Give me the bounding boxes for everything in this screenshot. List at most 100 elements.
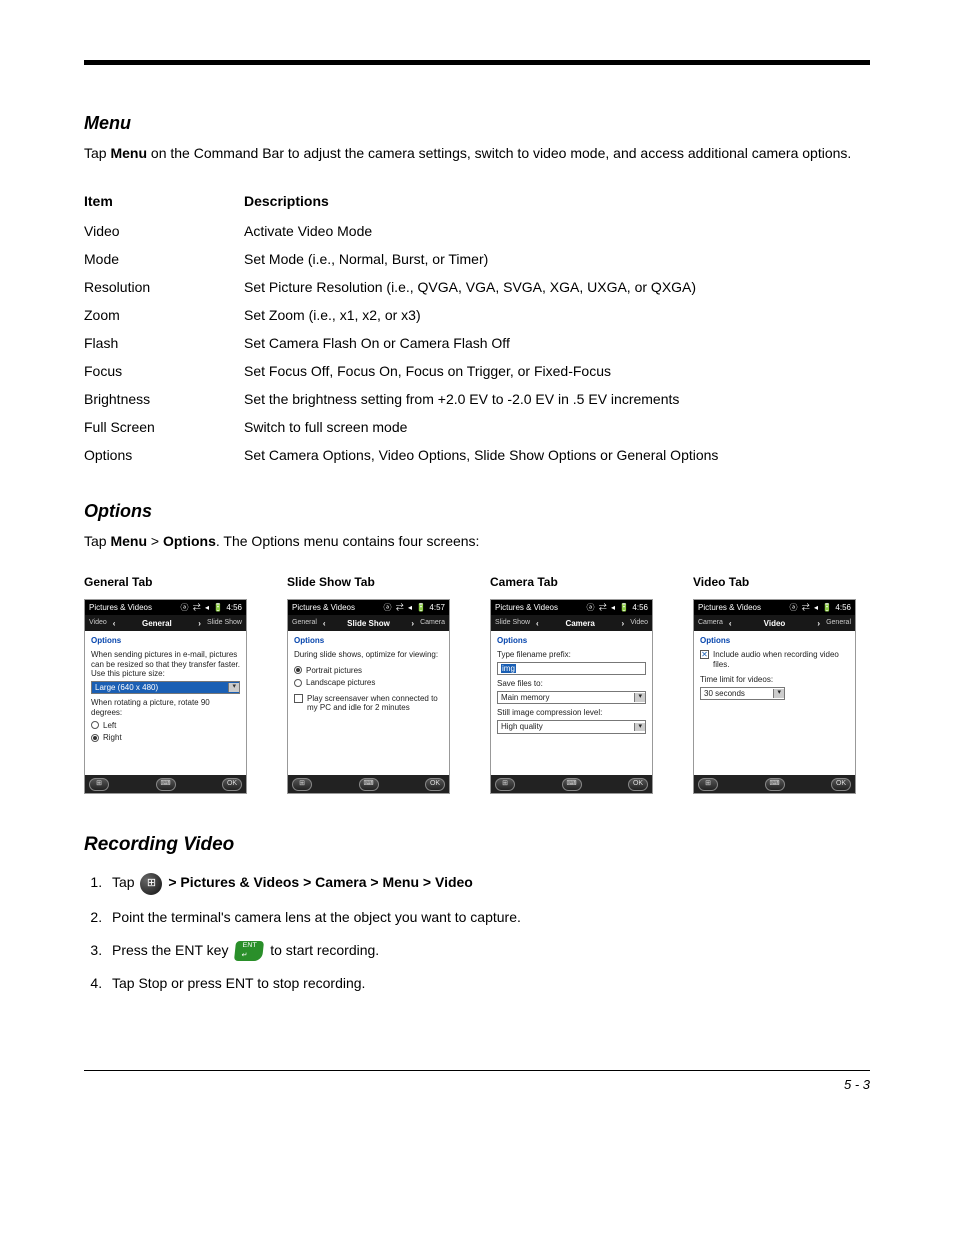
ok-button[interactable]: OK [222,778,242,791]
chevron-left-icon[interactable]: ‹ [723,619,738,629]
options-link[interactable]: Options [700,636,849,646]
cell: Focus [84,357,244,385]
picture-size-dropdown[interactable]: Large (640 x 480) ▾ [91,681,240,695]
text: on the Command Bar to adjust the camera … [147,145,851,161]
chevron-down-icon[interactable]: ▾ [773,689,784,697]
chevron-left-icon[interactable]: ‹ [317,619,332,629]
video-screenshot: Pictures & Videos ⓐ ⇄ ◂ 🔋 4:56 Camera ‹ … [693,599,856,795]
start-icon[interactable]: ⊞ [495,778,515,791]
start-icon[interactable]: ⊞ [698,778,718,791]
page-number: 5 - 3 [84,1070,870,1092]
cell: Resolution [84,273,244,301]
radio-landscape[interactable]: Landscape pictures [294,678,443,688]
slideshow-tab-column: Slide Show Tab Pictures & Videos ⓐ ⇄ ◂ 🔋… [287,575,450,795]
cell: Set Mode (i.e., Normal, Burst, or Timer) [244,245,870,273]
cell: Mode [84,245,244,273]
chevron-down-icon[interactable]: ▾ [634,693,645,701]
table-row: VideoActivate Video Mode [84,217,870,245]
cell: Set Camera Flash On or Camera Flash Off [244,329,870,357]
device-time: 4:56 [226,603,242,612]
table-row: OptionsSet Camera Options, Video Options… [84,441,870,469]
radio-label: Portrait pictures [306,666,362,676]
nav-center: Slide Show [332,619,406,629]
text: to start recording. [266,942,379,958]
chevron-down-icon[interactable]: ▾ [228,683,239,691]
chevron-right-icon[interactable]: › [616,619,631,629]
radio-label: Right [103,733,122,743]
screensaver-checkbox[interactable]: Play screensaver when connected to my PC… [294,694,443,713]
nav-center: Camera [545,619,616,629]
options-link[interactable]: Options [497,636,646,646]
field-value: img [501,664,516,673]
text: Menu [110,145,147,161]
col-item-header: Item [84,187,244,217]
radio-portrait[interactable]: Portrait pictures [294,666,443,676]
text: Options [163,533,216,549]
nav-right[interactable]: General [826,619,851,627]
options-link[interactable]: Options [294,636,443,646]
radio-left[interactable]: Left [91,721,240,731]
ok-button[interactable]: OK [425,778,445,791]
recording-steps: Tap ⊞ > Pictures & Videos > Camera > Men… [84,866,870,1000]
menu-intro: Tap Menu on the Command Bar to adjust th… [84,144,870,163]
time-limit-dropdown[interactable]: 30 seconds ▾ [700,687,785,701]
keyboard-icon[interactable]: ⌨ [156,778,176,791]
col-desc-header: Descriptions [244,187,870,217]
cell: Zoom [84,301,244,329]
nav-right[interactable]: Camera [420,619,445,627]
cell: Set Focus Off, Focus On, Focus on Trigge… [244,357,870,385]
chevron-left-icon[interactable]: ‹ [107,619,122,629]
step-2: Point the terminal's camera lens at the … [106,901,870,934]
nav-right[interactable]: Slide Show [207,619,242,627]
cell: Switch to full screen mode [244,413,870,441]
device-time: 4:56 [835,603,851,612]
nav-right[interactable]: Video [630,619,648,627]
chevron-right-icon[interactable]: › [192,619,207,629]
chevron-right-icon[interactable]: › [405,619,420,629]
nav-left[interactable]: Video [89,619,107,627]
keyboard-icon[interactable]: ⌨ [359,778,379,791]
ent-key-icon: ENT↵ [234,941,264,961]
status-icons: ⓐ ⇄ ◂ 🔋 [790,603,834,612]
filename-prefix-field[interactable]: img [497,662,646,676]
text: Still image compression level: [497,708,646,718]
menu-heading: Menu [84,113,870,134]
checkbox-label: Play screensaver when connected to my PC… [307,694,443,713]
save-location-dropdown[interactable]: Main memory▾ [497,691,646,705]
keyboard-icon[interactable]: ⌨ [765,778,785,791]
status-icons: ⓐ ⇄ ◂ 🔋 [587,603,631,612]
start-icon[interactable]: ⊞ [292,778,312,791]
checkbox-label: Include audio when recording video files… [713,650,849,669]
dropdown-value: High quality [501,722,543,732]
step-4: Tap Stop or press ENT to stop recording. [106,967,870,1000]
slideshow-tab-label: Slide Show Tab [287,575,450,589]
nav-left[interactable]: Slide Show [495,619,530,627]
ok-button[interactable]: OK [831,778,851,791]
chevron-left-icon[interactable]: ‹ [530,619,545,629]
start-icon[interactable]: ⊞ [89,778,109,791]
text: Menu [110,533,147,549]
ok-button[interactable]: OK [628,778,648,791]
dropdown-value: 30 seconds [704,689,745,699]
device-title: Pictures & Videos [292,603,355,613]
cell: Flash [84,329,244,357]
camera-tab-label: Camera Tab [490,575,653,589]
options-link[interactable]: Options [91,636,240,646]
audio-checkbox[interactable]: ✕Include audio when recording video file… [700,650,849,669]
keyboard-icon[interactable]: ⌨ [562,778,582,791]
video-tab-label: Video Tab [693,575,856,589]
table-row: BrightnessSet the brightness setting fro… [84,385,870,413]
camera-screenshot: Pictures & Videos ⓐ ⇄ ◂ 🔋 4:56 Slide Sho… [490,599,653,795]
chevron-right-icon[interactable]: › [811,619,826,629]
cell: Brightness [84,385,244,413]
compression-dropdown[interactable]: High quality ▾ [497,720,646,734]
chevron-down-icon[interactable]: ▾ [634,723,645,731]
text: During slide shows, optimize for viewing… [294,650,443,660]
text: Tap [112,874,138,890]
slideshow-screenshot: Pictures & Videos ⓐ ⇄ ◂ 🔋 4:57 General ‹… [287,599,450,795]
nav-left[interactable]: General [292,619,317,627]
radio-right[interactable]: Right [91,733,240,743]
table-row: ModeSet Mode (i.e., Normal, Burst, or Ti… [84,245,870,273]
cell: Activate Video Mode [244,217,870,245]
nav-left[interactable]: Camera [698,619,723,627]
